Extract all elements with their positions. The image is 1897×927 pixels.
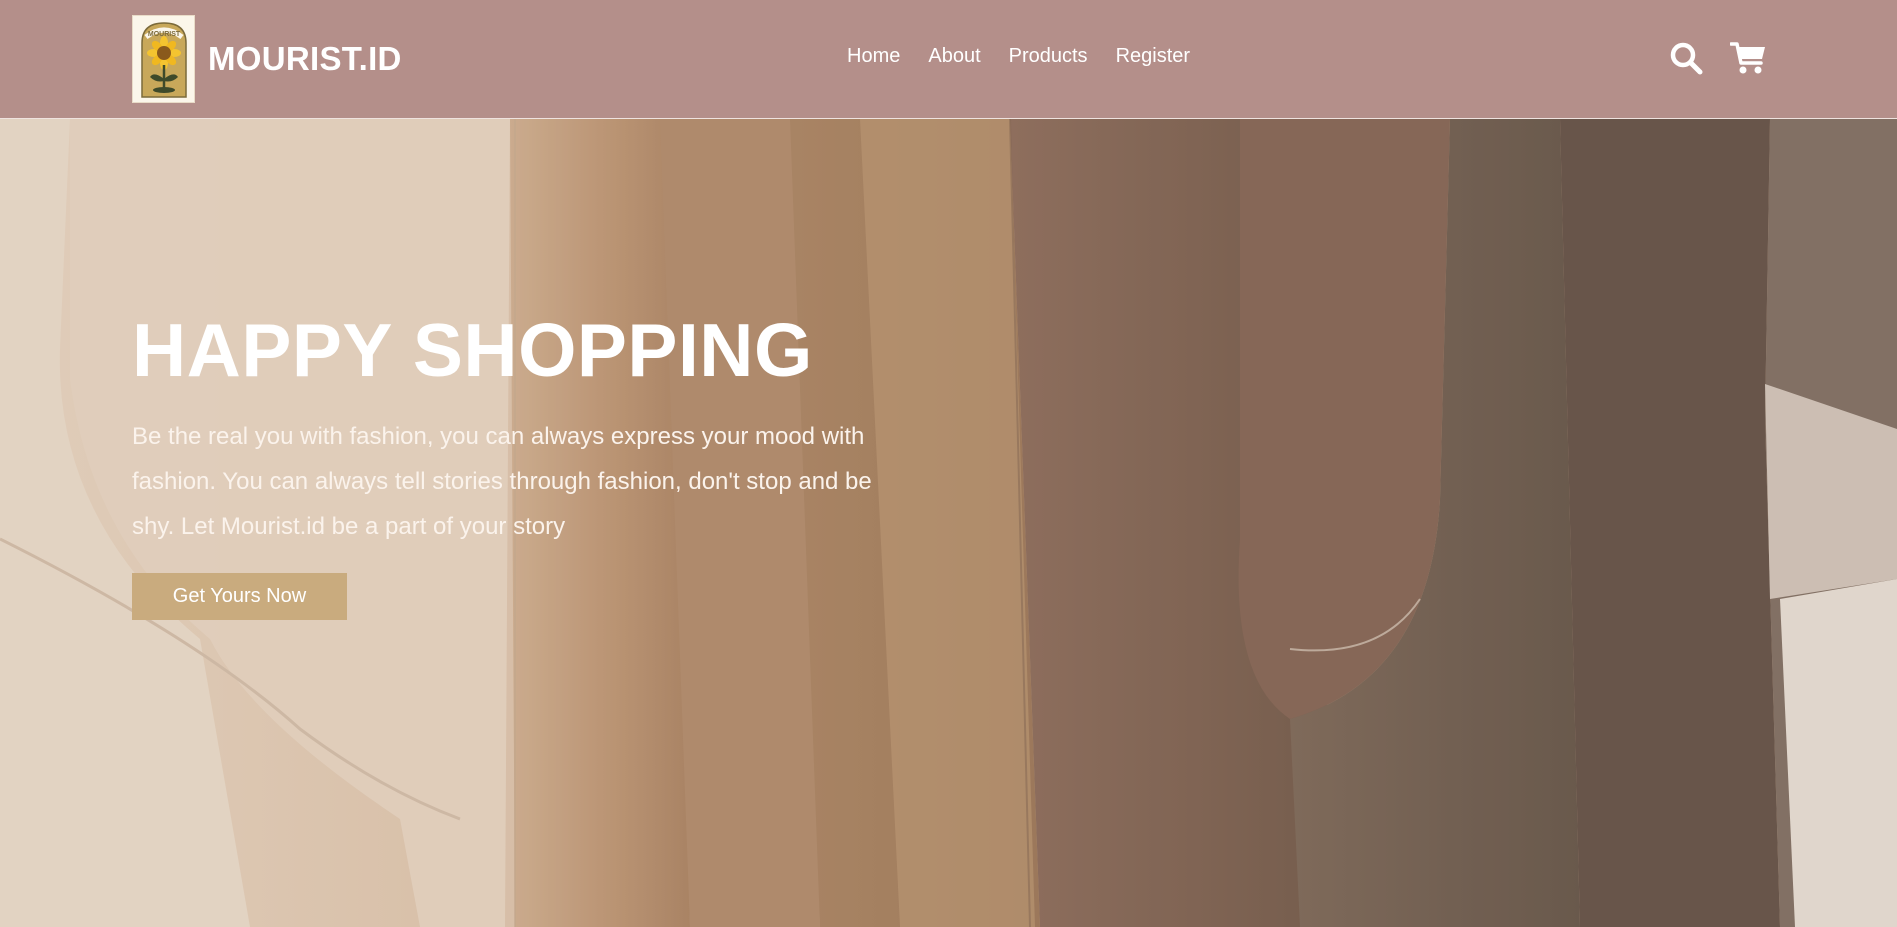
hero-section: HAPPY SHOPPING Be the real you with fash…	[0, 119, 1897, 927]
nav-link-register[interactable]: Register	[1116, 45, 1190, 68]
brand-logo[interactable]: MOURIST	[132, 15, 195, 103]
search-icon	[1670, 42, 1703, 75]
shopping-cart-icon	[1730, 42, 1765, 74]
main-nav: Home About Products Register	[847, 45, 1190, 68]
nav-link-home[interactable]: Home	[847, 45, 900, 68]
nav-icons	[1668, 40, 1766, 76]
hero-title: HAPPY SHOPPING	[132, 308, 813, 392]
get-yours-now-button[interactable]: Get Yours Now	[132, 573, 347, 620]
hero-content: HAPPY SHOPPING Be the real you with fash…	[132, 313, 912, 620]
cart-button[interactable]	[1730, 40, 1766, 76]
hero-description: Be the real you with fashion, you can al…	[132, 423, 872, 540]
brand-name[interactable]: MOURIST.ID	[208, 40, 402, 78]
brand[interactable]: MOURIST MOURIST.ID	[132, 15, 402, 103]
nav-link-products[interactable]: Products	[1009, 45, 1088, 68]
search-button[interactable]	[1668, 40, 1704, 76]
navbar: MOURIST MOURIST.ID Home About Products R…	[0, 0, 1897, 119]
nav-link-about[interactable]: About	[928, 45, 980, 68]
sunflower-icon: MOURIST	[140, 22, 187, 98]
